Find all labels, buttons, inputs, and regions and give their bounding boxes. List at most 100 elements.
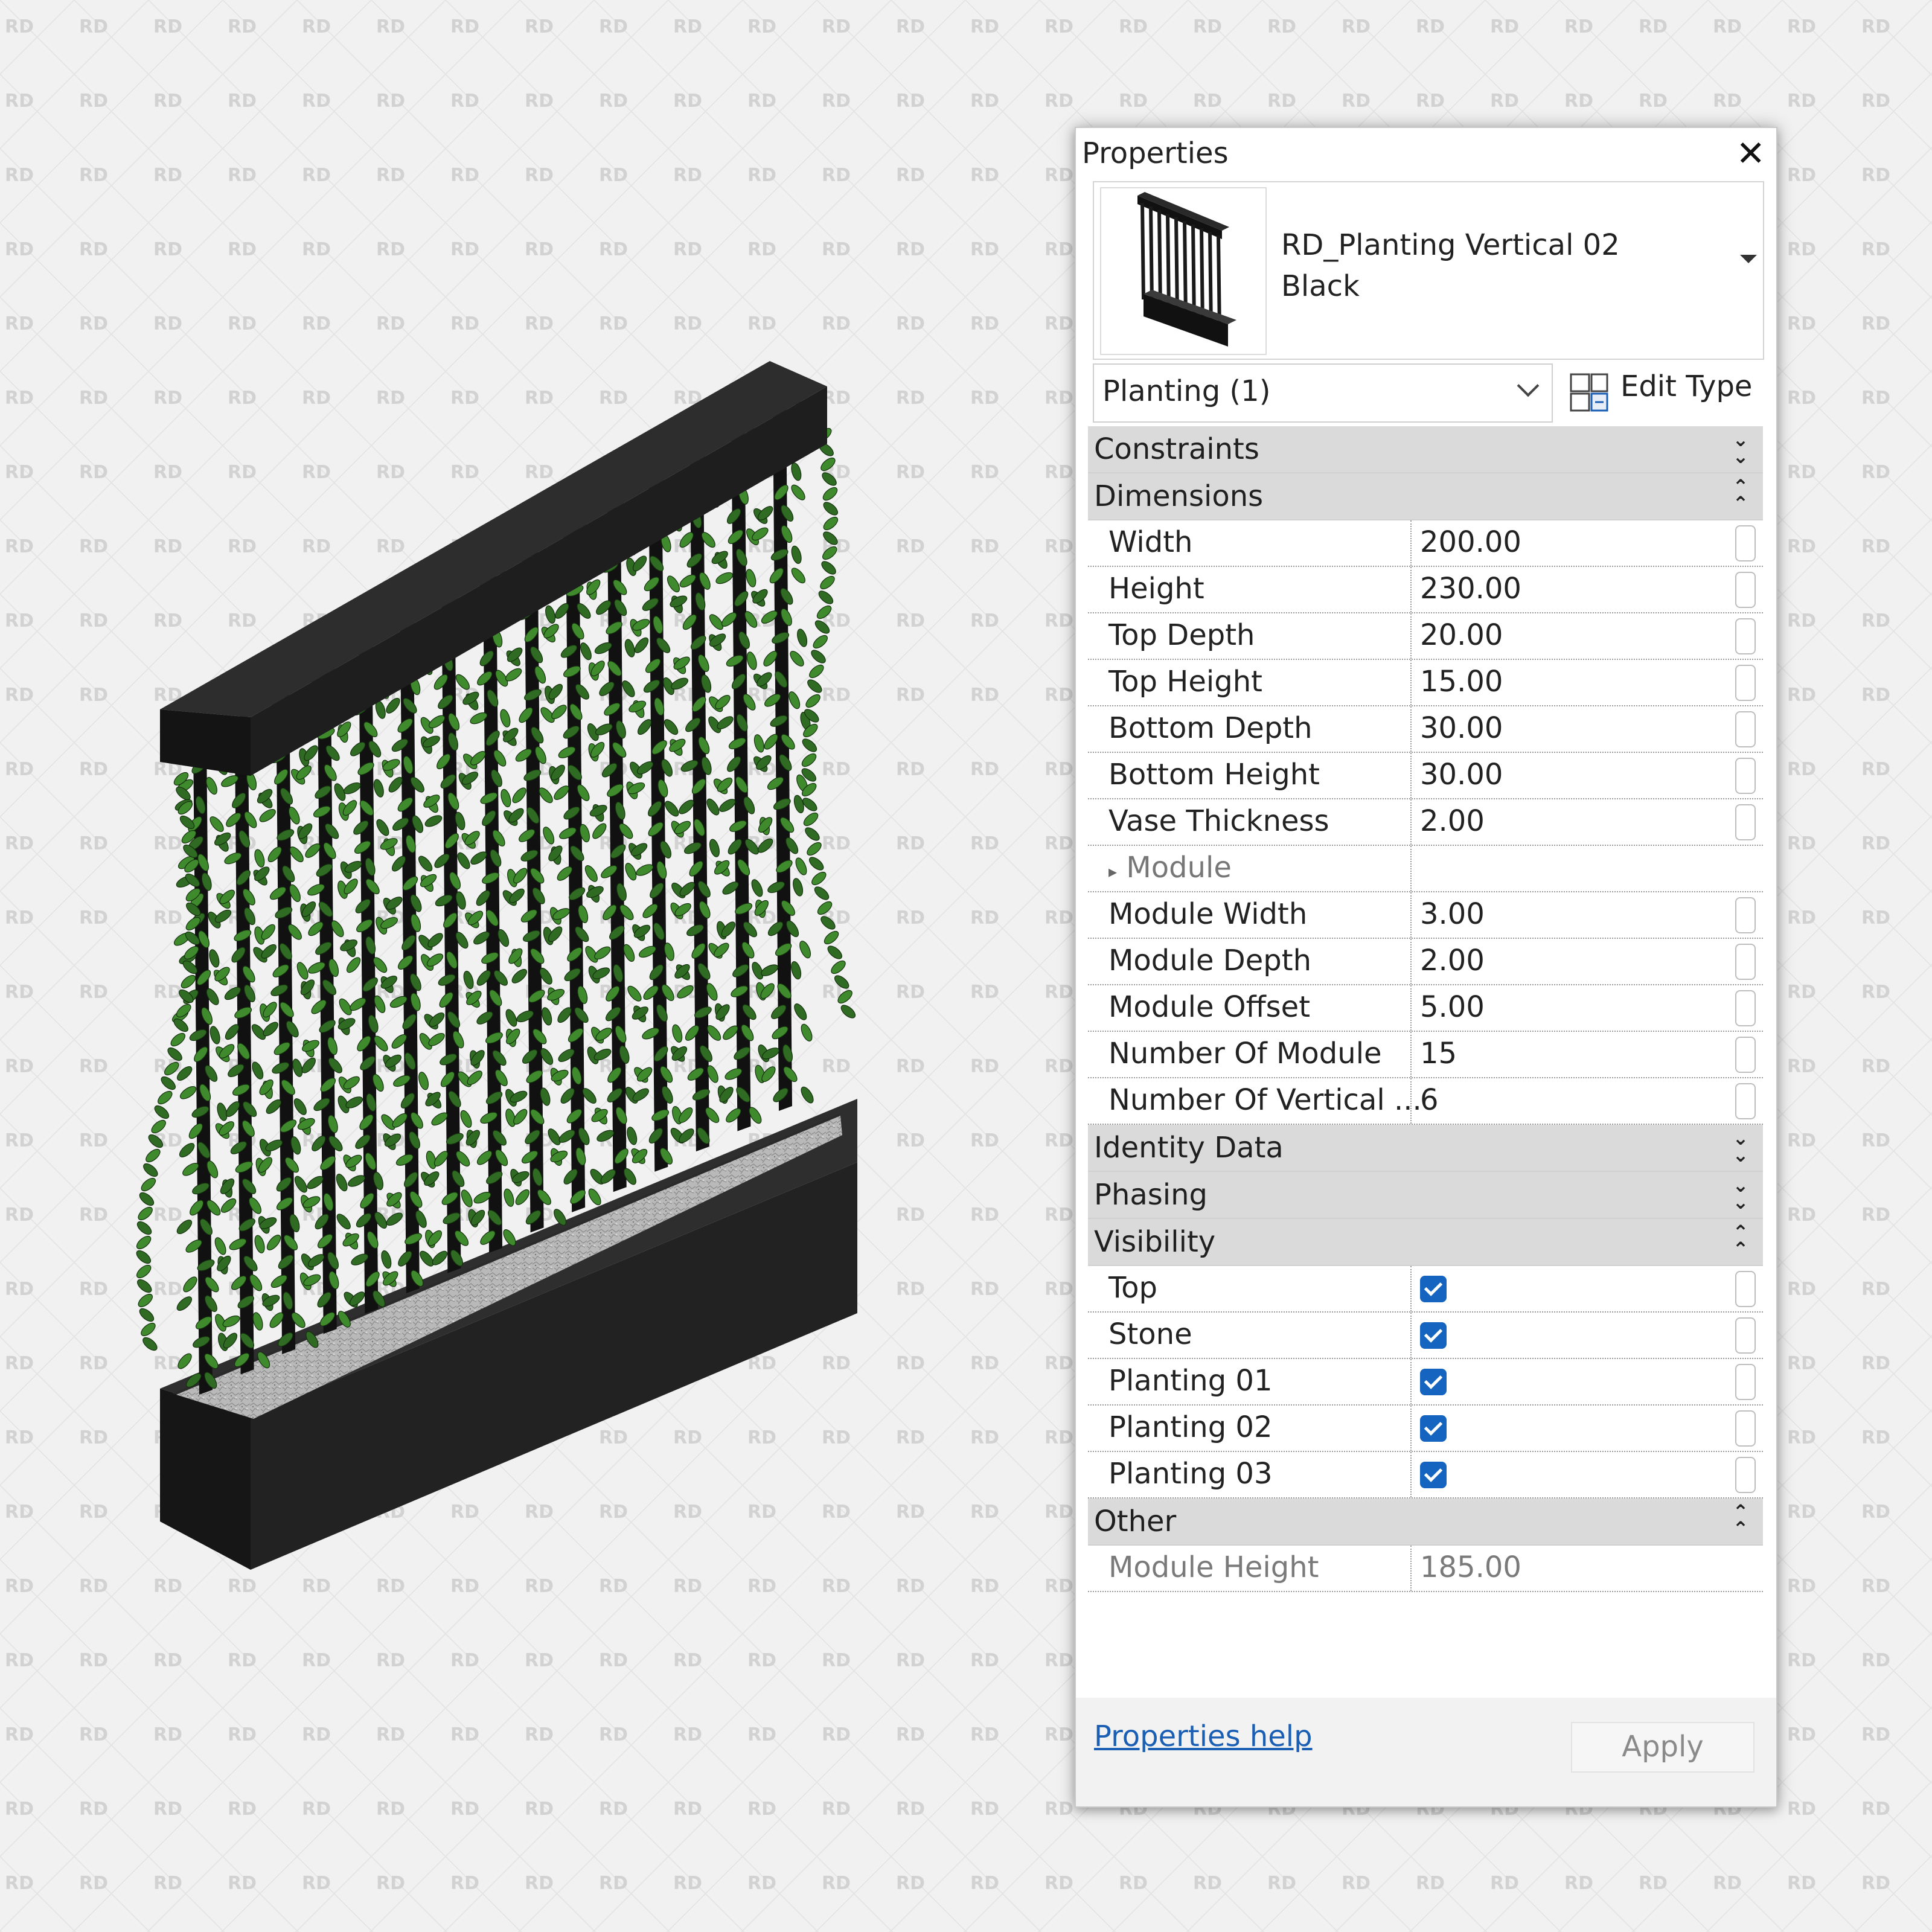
expand-arrow-icon[interactable]: ▸ [1108,862,1117,881]
associate-parameter-button[interactable] [1735,572,1756,608]
watermark-text: RD [1416,91,1445,112]
vine-leaf [753,734,764,753]
type-selector[interactable]: RD_Planting Vertical 02 Black [1093,181,1764,360]
checkbox-checked[interactable] [1420,1369,1447,1395]
property-row[interactable]: Module Depth 2.00 [1088,939,1763,985]
associate-parameter-button[interactable] [1735,525,1756,561]
property-value[interactable]: 30.00 [1420,711,1503,745]
property-row[interactable]: Stone [1088,1313,1763,1359]
associate-parameter-button[interactable] [1735,1317,1756,1354]
associate-parameter-button[interactable] [1735,665,1756,701]
property-value[interactable]: 15.00 [1420,665,1503,699]
associate-parameter-button[interactable] [1735,711,1756,747]
property-row[interactable]: Top Height 15.00 [1088,660,1763,706]
watermark-text: RD [1861,91,1890,112]
associate-parameter-button[interactable] [1735,1271,1756,1307]
expand-icon[interactable]: ⌄ ⌄ [1732,1176,1750,1212]
property-value[interactable]: 230.00 [1420,572,1521,606]
checkbox-checked[interactable] [1420,1462,1447,1488]
collapse-icon[interactable]: ⌃ ⌃ [1732,1502,1750,1538]
category-visibility[interactable]: Visibility ⌃ ⌃ [1088,1219,1763,1266]
instance-filter-dropdown[interactable]: Planting (1) [1093,363,1553,423]
property-row[interactable]: Vase Thickness 2.00 [1088,799,1763,846]
watermark-text: RD [970,833,999,854]
associate-parameter-button[interactable] [1735,897,1756,933]
vine-leaf [831,960,846,974]
associate-parameter-button[interactable] [1735,1457,1756,1493]
property-row[interactable]: Bottom Depth 30.00 [1088,706,1763,753]
module-group-row[interactable]: ▸ Module [1088,846,1763,892]
dropdown-arrow-icon[interactable] [1740,255,1757,263]
vine-leaf [823,516,839,531]
associate-parameter-button[interactable] [1735,1364,1756,1400]
associate-parameter-button[interactable] [1735,758,1756,794]
property-row[interactable]: Number Of Vertical ... 6 [1088,1078,1763,1125]
property-value[interactable]: 30.00 [1420,758,1503,792]
property-row[interactable]: Planting 01 [1088,1359,1763,1406]
vine-leaf [136,1250,152,1264]
property-row[interactable]: Top Depth 20.00 [1088,613,1763,660]
dimensions-rows: Width 200.00 Height 230.00 Top Depth 20.00 Top… [1088,520,1763,846]
category-phasing[interactable]: Phasing ⌄ ⌄ [1088,1172,1763,1219]
checkbox-checked[interactable] [1420,1322,1447,1349]
properties-help-link[interactable]: Properties help [1094,1719,1313,1753]
collapse-icon[interactable]: ⌃ ⌃ [1732,1223,1750,1259]
watermark-text: RD [1787,462,1816,483]
category-identity-data[interactable]: Identity Data ⌄ ⌄ [1088,1125,1763,1172]
vine-leaf [665,801,679,817]
watermark-text: RD [1044,1353,1073,1374]
module-group-label: ▸ Module [1108,851,1232,884]
vine-leaf [183,1276,197,1293]
vine-leaf [501,788,511,808]
watermark-text: RD [1044,388,1073,409]
associate-parameter-button[interactable] [1735,804,1756,840]
collapse-icon[interactable]: ⌃ ⌃ [1732,477,1750,513]
watermark-text: RD [1044,1724,1073,1745]
associate-parameter-button[interactable] [1735,1083,1756,1119]
category-other[interactable]: Other ⌃ ⌃ [1088,1499,1763,1546]
associate-parameter-button[interactable] [1735,1037,1756,1073]
property-row[interactable]: Module Offset 5.00 [1088,985,1763,1032]
associate-parameter-button[interactable] [1735,618,1756,654]
category-constraints[interactable]: Constraints ⌄ ⌄ [1088,426,1763,473]
edit-type-button[interactable]: Edit Type [1563,363,1768,420]
property-label: Planting 03 [1108,1457,1273,1491]
property-row[interactable]: Planting 03 [1088,1452,1763,1499]
checkbox-checked[interactable] [1420,1415,1447,1442]
associate-parameter-button[interactable] [1735,1410,1756,1447]
vine-leaf [542,1007,552,1026]
property-value[interactable]: 2.00 [1420,804,1485,838]
property-value[interactable]: 5.00 [1420,990,1485,1024]
category-dimensions[interactable]: Dimensions ⌃ ⌃ [1088,473,1763,520]
property-row[interactable]: Bottom Height 30.00 [1088,753,1763,799]
vine-leaf [141,1177,156,1192]
property-row[interactable]: Module Width 3.00 [1088,892,1763,939]
type-name-line: Black [1281,269,1360,303]
property-value[interactable]: 2.00 [1420,944,1485,977]
apply-button[interactable]: Apply [1571,1722,1754,1773]
property-row[interactable]: Planting 02 [1088,1406,1763,1452]
property-row[interactable]: Number Of Module 15 [1088,1032,1763,1078]
property-value: 185.00 [1420,1550,1521,1584]
property-value[interactable]: 20.00 [1420,618,1503,652]
property-label: Top Depth [1108,618,1255,652]
vine-leaf [154,1105,170,1119]
expand-icon[interactable]: ⌄ ⌄ [1732,1128,1750,1165]
property-row[interactable]: Width 200.00 [1088,520,1763,567]
vine-leaf [837,990,852,1004]
associate-parameter-button[interactable] [1735,944,1756,980]
vine-leaf [811,650,826,664]
property-row[interactable]: Top [1088,1266,1763,1313]
property-value[interactable]: 3.00 [1420,897,1485,931]
property-row[interactable]: Module Height 185.00 [1088,1546,1763,1592]
associate-parameter-button[interactable] [1735,990,1756,1026]
property-row[interactable]: Height 230.00 [1088,567,1763,613]
expand-icon[interactable]: ⌄ ⌄ [1732,430,1750,466]
vine-leaf [624,639,635,657]
property-value[interactable]: 200.00 [1420,525,1521,559]
vine-leaf [214,1237,226,1255]
checkbox-checked[interactable] [1420,1276,1447,1302]
close-icon[interactable]: ✕ [1736,132,1765,175]
property-value[interactable]: 6 [1420,1083,1439,1117]
property-value[interactable]: 15 [1420,1037,1457,1070]
